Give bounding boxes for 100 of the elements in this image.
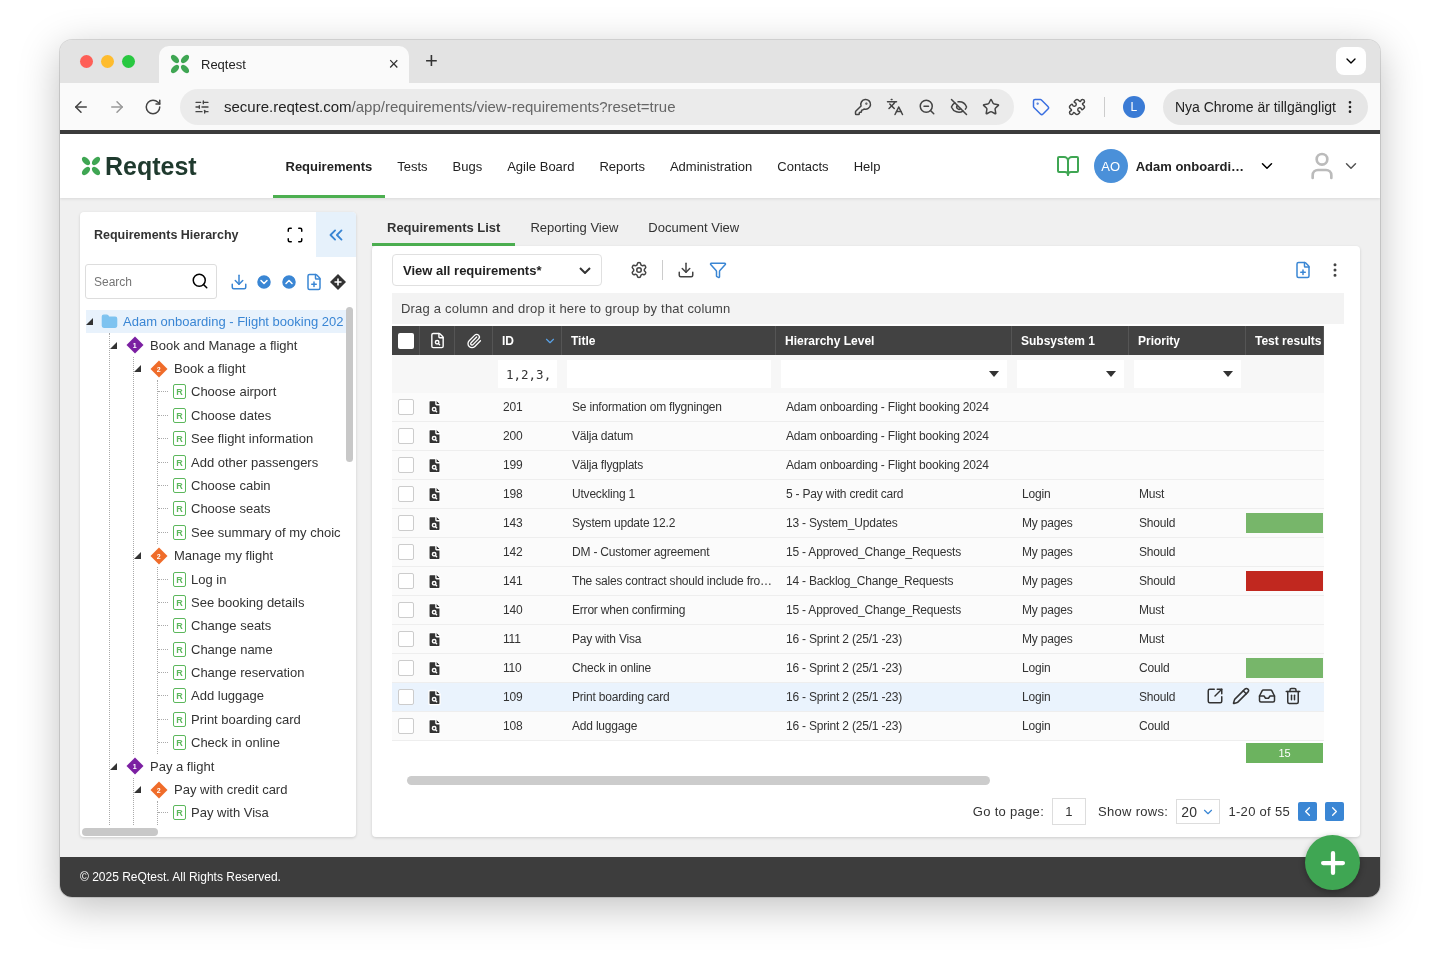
row-checkbox[interactable]	[398, 689, 414, 706]
expand-toggle[interactable]	[134, 786, 144, 794]
row-checkbox[interactable]	[398, 718, 414, 735]
tree-item[interactable]: Pay with credit card	[174, 782, 288, 798]
select-all-checkbox[interactable]	[397, 332, 414, 349]
site-settings-icon[interactable]	[194, 98, 210, 115]
row-checkbox[interactable]	[398, 544, 414, 561]
expand-toggle[interactable]	[134, 365, 144, 372]
profile-avatar[interactable]: L	[1122, 95, 1145, 118]
preview-icon[interactable]	[426, 514, 443, 532]
preview-icon[interactable]	[426, 717, 443, 735]
address-bar[interactable]: secure.reqtest.com/app/requirements/view-requirements?reset=true	[180, 88, 1014, 125]
tab-search-button[interactable]	[1336, 47, 1366, 76]
preview-icon[interactable]	[426, 572, 443, 590]
expand-toggle[interactable]	[86, 318, 96, 326]
tree-item[interactable]: Change name	[191, 641, 273, 657]
user-name[interactable]: Adam onboardi…	[1135, 158, 1244, 174]
nav-tab[interactable]: Contacts	[764, 134, 842, 199]
preview-icon[interactable]	[426, 543, 443, 561]
tree-item[interactable]: Choose airport	[191, 384, 277, 400]
row-checkbox[interactable]	[398, 457, 414, 474]
scrollbar[interactable]	[82, 828, 158, 837]
dropdown-arrow-icon[interactable]	[989, 371, 999, 378]
delete-icon[interactable]	[1284, 687, 1302, 706]
previous-page-button[interactable]	[1298, 802, 1317, 822]
row-checkbox[interactable]	[398, 660, 414, 677]
preview-icon[interactable]	[426, 659, 443, 677]
reload-icon[interactable]	[144, 97, 162, 116]
tree-item[interactable]: Book a flight	[174, 361, 246, 376]
nav-tab[interactable]: Tests	[384, 134, 441, 199]
preview-icon[interactable]	[426, 688, 443, 706]
tree-item[interactable]: Add luggage	[191, 688, 264, 704]
tree-item[interactable]: Add other passengers	[191, 454, 319, 470]
update-button[interactable]: Nya Chrome är tillgängligt	[1162, 88, 1368, 125]
search-icon[interactable]	[191, 272, 209, 291]
nav-tab[interactable]: Bugs	[440, 134, 495, 199]
new-tab-button[interactable]: +	[425, 50, 438, 73]
nav-tab[interactable]: Help	[841, 134, 893, 199]
preview-icon[interactable]	[426, 601, 443, 619]
tree-item[interactable]: Choose dates	[191, 407, 272, 423]
collapse-button[interactable]	[316, 212, 356, 258]
tree-item[interactable]: Book and Manage a flight	[150, 337, 298, 353]
nav-tab[interactable]: Agile Board	[494, 134, 587, 199]
fullscreen-icon[interactable]	[286, 225, 304, 244]
row-checkbox[interactable]	[398, 602, 414, 619]
next-page-button[interactable]	[1325, 802, 1344, 822]
tree-item[interactable]: Log in	[191, 571, 227, 587]
preview-icon[interactable]	[426, 398, 443, 416]
scrollbar[interactable]	[346, 307, 353, 463]
expand-all-icon[interactable]	[255, 272, 273, 291]
key-icon[interactable]	[853, 97, 872, 116]
dropdown-arrow-icon[interactable]	[1223, 371, 1233, 378]
settings-icon[interactable]	[630, 261, 648, 280]
tree-item[interactable]: Change reservation	[191, 665, 305, 681]
column-header[interactable]: Priority	[1138, 333, 1180, 348]
tree-item[interactable]: Change seats	[191, 618, 272, 634]
preview-icon[interactable]	[426, 427, 443, 445]
tree-item[interactable]: See booking details	[191, 594, 305, 610]
tree-item[interactable]: See flight information	[191, 431, 314, 447]
tree-item[interactable]: Check in online	[191, 735, 280, 751]
row-checkbox[interactable]	[398, 573, 414, 590]
add-node-icon[interactable]	[330, 273, 346, 290]
nav-tab[interactable]: Reports	[586, 134, 658, 199]
view-tab[interactable]: Document View	[633, 212, 755, 247]
zoom-out-icon[interactable]	[917, 97, 936, 116]
expand-toggle[interactable]	[110, 762, 120, 770]
row-checkbox[interactable]	[398, 399, 414, 416]
search-field[interactable]: Search	[85, 264, 217, 300]
row-checkbox[interactable]	[398, 515, 414, 532]
translate-icon[interactable]	[885, 97, 904, 116]
row-checkbox[interactable]	[398, 631, 414, 648]
dropdown-arrow-icon[interactable]	[1106, 371, 1116, 378]
preview-icon[interactable]	[426, 456, 443, 474]
export-icon[interactable]	[677, 261, 695, 280]
column-header[interactable]: Hierarchy Level	[785, 333, 875, 348]
view-tab[interactable]: Reporting View	[515, 212, 634, 247]
expand-toggle[interactable]	[134, 552, 144, 560]
rows-select[interactable]: 20	[1176, 799, 1221, 825]
tree-item[interactable]: Choose cabin	[191, 477, 271, 493]
eye-off-icon[interactable]	[949, 97, 968, 116]
nav-tab[interactable]: Administration	[657, 134, 765, 199]
column-header[interactable]: Test results	[1255, 333, 1322, 348]
filter-icon[interactable]	[709, 261, 727, 280]
inbox-icon[interactable]	[1258, 687, 1276, 706]
import-icon[interactable]	[230, 272, 248, 291]
tree-item[interactable]: Print boarding card	[191, 711, 301, 727]
puzzle-icon[interactable]	[1067, 97, 1086, 116]
filter-field[interactable]: 1,2,3,	[498, 360, 557, 389]
tree-item[interactable]: See summary of my choic	[191, 524, 341, 540]
tree-item[interactable]: Pay with Visa	[191, 805, 269, 821]
page-field[interactable]: 1	[1052, 798, 1087, 826]
expand-toggle[interactable]	[110, 341, 120, 349]
tab-title[interactable]: Reqtest	[201, 56, 379, 72]
column-header[interactable]: Title	[571, 333, 596, 348]
book-icon[interactable]	[1055, 154, 1080, 179]
row-checkbox[interactable]	[398, 486, 414, 503]
nav-tab[interactable]: Requirements	[273, 134, 385, 199]
view-select[interactable]: View all requirements*	[392, 254, 602, 287]
column-header[interactable]: Subsystem 1	[1021, 333, 1096, 348]
column-header[interactable]: ID	[502, 333, 514, 348]
